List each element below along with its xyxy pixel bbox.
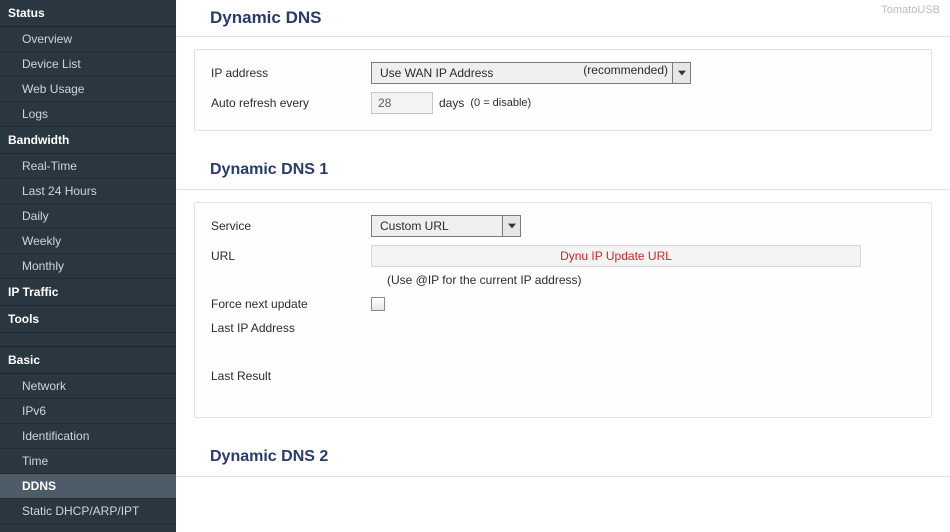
sidebar-item-static-dhcp[interactable]: Static DHCP/ARP/IPT (0, 499, 176, 524)
ip-address-recommended: (recommended) (583, 63, 668, 83)
ip-address-label: IP address (211, 66, 371, 80)
sidebar-item-device-list[interactable]: Device List (0, 52, 176, 77)
sidebar-item-web-usage[interactable]: Web Usage (0, 77, 176, 102)
branding-label: TomatoUSB (881, 4, 940, 16)
auto-refresh-label: Auto refresh every (211, 96, 371, 110)
sidebar-item-weekly[interactable]: Weekly (0, 229, 176, 254)
sidebar-item-overview[interactable]: Overview (0, 27, 176, 52)
auto-refresh-unit: days (439, 96, 464, 110)
ddns1-title: Dynamic DNS 1 (176, 149, 950, 190)
chevron-down-icon[interactable] (672, 63, 690, 83)
sidebar-item-ddns[interactable]: DDNS (0, 474, 176, 499)
sidebar-item-logs[interactable]: Logs (0, 102, 176, 127)
url-hint: (Use @IP for the current IP address) (195, 271, 931, 293)
last-ip-label: Last IP Address (211, 321, 371, 335)
ddns2-title: Dynamic DNS 2 (176, 436, 950, 477)
url-label: URL (211, 249, 371, 263)
sidebar-section-bandwidth: Bandwidth (0, 127, 176, 154)
sidebar-item-identification[interactable]: Identification (0, 424, 176, 449)
sidebar: Status Overview Device List Web Usage Lo… (0, 0, 176, 532)
chevron-down-icon[interactable] (502, 216, 520, 236)
ddns1-panel: Service Custom URL URL (Use @IP for the … (194, 202, 932, 418)
sidebar-item-network[interactable]: Network (0, 374, 176, 399)
ip-address-select[interactable]: Use WAN IP Address (recommended) (371, 62, 691, 84)
auto-refresh-hint: (0 = disable) (470, 97, 531, 109)
sidebar-item-ipv6[interactable]: IPv6 (0, 399, 176, 424)
ip-address-select-value: Use WAN IP Address (372, 63, 501, 83)
sidebar-section-ip-traffic[interactable]: IP Traffic (0, 279, 176, 306)
sidebar-section-basic: Basic (0, 347, 176, 374)
sidebar-item-time[interactable]: Time (0, 449, 176, 474)
sidebar-item-daily[interactable]: Daily (0, 204, 176, 229)
service-select[interactable]: Custom URL (371, 215, 521, 237)
service-label: Service (211, 219, 371, 233)
sidebar-item-last-24-hours[interactable]: Last 24 Hours (0, 179, 176, 204)
force-update-checkbox[interactable] (371, 297, 385, 311)
sidebar-item-real-time[interactable]: Real-Time (0, 154, 176, 179)
sidebar-section-status: Status (0, 0, 176, 27)
sidebar-section-tools[interactable]: Tools (0, 306, 176, 333)
auto-refresh-input[interactable] (371, 92, 433, 114)
last-result-label: Last Result (211, 369, 371, 383)
sidebar-gap (0, 333, 176, 347)
page-title: Dynamic DNS (176, 0, 950, 37)
force-update-label: Force next update (211, 297, 371, 311)
service-select-value: Custom URL (372, 216, 502, 236)
url-input[interactable] (371, 245, 861, 267)
sidebar-item-monthly[interactable]: Monthly (0, 254, 176, 279)
ddns-global-panel: IP address Use WAN IP Address (recommend… (194, 49, 932, 131)
main-content: TomatoUSB Dynamic DNS IP address Use WAN… (176, 0, 950, 532)
